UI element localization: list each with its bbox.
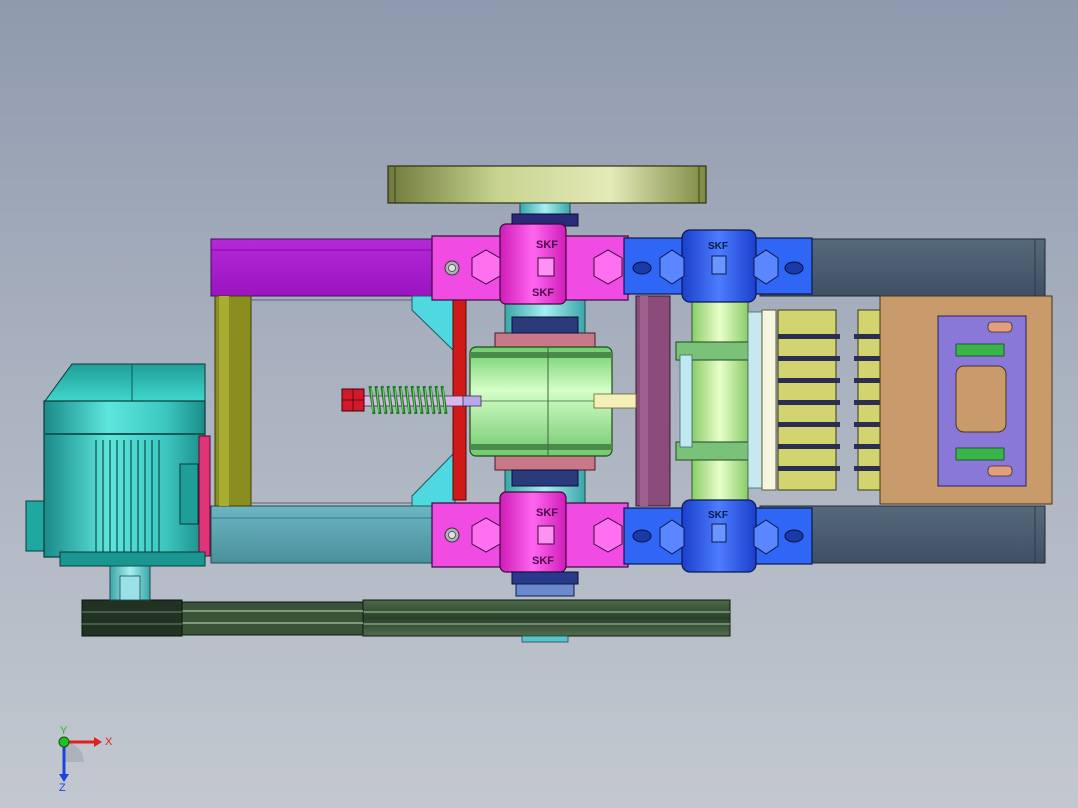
motor-pulley bbox=[81, 599, 183, 637]
axis-triad: X Y Z bbox=[58, 726, 113, 792]
pillow-block-top[interactable]: SKF bbox=[623, 229, 813, 303]
frame-beam-top-left bbox=[210, 238, 436, 297]
jaw-plate-left bbox=[777, 309, 840, 491]
cad-viewport[interactable]: SKF SKF SKF SKF SKF SKF bbox=[0, 0, 1078, 808]
frame-beam-bottom-left bbox=[210, 505, 436, 564]
skf-label-bottom-1: SKF bbox=[536, 507, 558, 519]
electric-motor[interactable] bbox=[25, 363, 211, 601]
large-pulley bbox=[362, 599, 731, 637]
eccentric-drum[interactable] bbox=[462, 346, 637, 457]
bearing-housing-bottom[interactable]: SKF SKF bbox=[431, 491, 629, 573]
bearing-housing-top[interactable]: SKF SKF bbox=[431, 223, 629, 305]
x-axis-label: X bbox=[105, 736, 113, 748]
y-axis-dot bbox=[58, 736, 70, 748]
flywheel[interactable] bbox=[387, 165, 707, 204]
skf-label-block-top: SKF bbox=[708, 241, 728, 252]
skf-label-block-bottom: SKF bbox=[708, 510, 728, 521]
z-axis-label: Z bbox=[59, 782, 66, 792]
skf-label-top-1: SKF bbox=[536, 239, 558, 251]
motor-fan-cover bbox=[44, 363, 206, 402]
gusset-bottom bbox=[411, 450, 456, 507]
fixed-jaw-housing bbox=[879, 295, 1053, 505]
y-axis-label: Y bbox=[60, 726, 68, 737]
pillow-block-bottom[interactable]: SKF bbox=[623, 499, 813, 573]
skf-label-top-2: SKF bbox=[532, 287, 554, 299]
cross-shaft bbox=[691, 299, 749, 503]
jaw-carrier bbox=[761, 309, 777, 491]
gusset-top bbox=[411, 295, 456, 354]
skf-label-bottom-2: SKF bbox=[532, 555, 554, 567]
v-belt-drive[interactable] bbox=[81, 599, 731, 643]
